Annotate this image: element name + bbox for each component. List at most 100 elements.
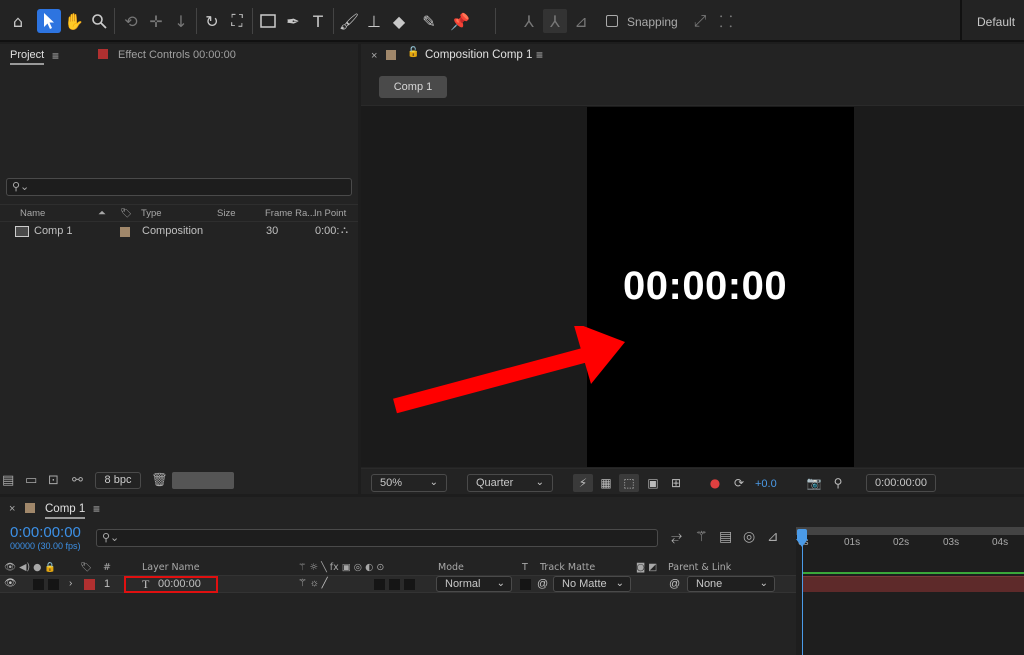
timeline-tab-comp[interactable]: Comp 1 [45,503,86,519]
exposure-value[interactable]: +0.0 [755,478,777,490]
puppet-pin-icon[interactable]: 📌 [448,9,472,33]
new-composition-icon[interactable]: ⊡ [48,473,59,488]
zoom-tool-icon[interactable] [87,9,111,33]
shy-layers-icon[interactable]: ⚚ [695,529,708,545]
tab-project[interactable]: Project [10,49,45,65]
current-time-display[interactable]: 0:00:00:00 [10,524,81,541]
new-folder-icon[interactable]: ▭ [25,473,37,488]
col-name[interactable]: Name [20,208,45,219]
switch-box[interactable] [404,579,415,590]
panel-menu-icon[interactable]: ≡ [536,48,543,62]
layer-label-swatch[interactable] [84,579,95,590]
blend-mode-dropdown[interactable]: Normal ⌄ [436,576,512,592]
layer-switch-icons[interactable]: ⚚ ☼ ╱ [298,578,328,589]
playhead-line[interactable] [802,541,803,655]
pan-camera-icon[interactable]: ✛ [144,9,168,33]
matte-pickwhip-icon[interactable]: @ [537,578,548,590]
selection-tool-icon[interactable] [37,9,61,33]
item-label-swatch[interactable] [120,227,130,237]
zoom-dropdown[interactable]: 50% ⌄ [371,474,447,492]
orbit-camera-icon[interactable]: ⟲ [119,9,143,33]
col-layer-name[interactable]: Layer Name [142,562,200,573]
clone-stamp-icon[interactable]: ⊥ [362,9,386,33]
playhead-arrow[interactable] [796,539,808,547]
work-area-bar[interactable] [796,527,1024,535]
col-frame-rate[interactable]: Frame Ra... [265,208,315,219]
col-size[interactable]: Size [217,208,235,219]
snap-expand-icon[interactable]: ⤢ [688,9,712,33]
mask-visibility-icon[interactable]: ▣ [643,474,663,492]
snap-options-icon[interactable]: ⸬ [714,9,738,33]
close-icon[interactable]: × [9,503,15,515]
label-tag-icon[interactable]: 🏷 [80,562,92,573]
snapshot-camera-icon[interactable]: 📷 [804,474,824,492]
roto-brush-icon[interactable]: ✎ [417,9,441,33]
project-search-input[interactable]: ⚲⌄ [6,178,352,196]
solo-switch[interactable] [33,579,44,590]
delete-icon[interactable]: 🗑 [151,473,168,488]
lock-icon[interactable]: 🔓 [407,47,419,58]
reset-exposure-icon[interactable]: ⟳ [729,474,749,492]
motion-blur-icon[interactable]: ◎ [743,529,755,545]
text-layer-preview[interactable]: 00:00:00 [623,264,787,309]
pen-tool-icon[interactable]: ✒ [281,9,305,33]
show-snapshot-icon[interactable]: ⚲ [828,474,848,492]
channel-rgb-icon[interactable]: ● [705,474,725,492]
thumbnail-slider[interactable] [172,472,234,489]
transparency-grid-icon[interactable]: ▦ [596,474,616,492]
flowchart-icon[interactable]: ⛬ [341,225,348,236]
label-tag-icon[interactable]: 🏷 [120,208,132,219]
layer-duration-bar[interactable] [802,576,1024,592]
composition-viewer[interactable]: 00:00:00 [361,105,1024,467]
col-type[interactable]: Type [141,208,162,219]
grid-guides-icon[interactable]: ⊞ [666,474,686,492]
composition-flowchart-icon[interactable]: ⥂ [671,529,682,545]
close-icon[interactable]: × [371,50,377,62]
view-axis-icon[interactable]: ⊿ [569,9,593,33]
local-axis-icon[interactable]: ⅄ [517,9,541,33]
switch-box[interactable] [389,579,400,590]
parent-dropdown[interactable]: None ⌄ [687,576,775,592]
interpret-footage-icon[interactable]: ▤ [2,473,14,488]
switch-box[interactable] [374,579,385,590]
visibility-eye-icon[interactable]: 👁 [4,578,17,589]
tab-effect-controls[interactable]: Effect Controls 00:00:00 [118,49,236,61]
eraser-tool-icon[interactable]: ◆ [387,9,411,33]
snapping-checkbox[interactable] [606,15,618,27]
brush-tool-icon[interactable]: 🖌 [337,9,361,33]
project-settings-icon[interactable]: ⚯ [72,473,83,488]
fast-previews-icon[interactable]: ⚡ [573,474,593,492]
home-icon[interactable]: ⌂ [6,9,30,33]
layer-row[interactable]: 👁 › 1 T 00:00:00 ⚚ ☼ ╱ Normal ⌄ @ No Mat… [0,575,796,593]
bit-depth-button[interactable]: 8 bpc [95,472,141,489]
track-matte-dropdown[interactable]: No Matte ⌄ [553,576,631,592]
project-item-row[interactable]: Comp 1 Composition 30 0:00: ⛬ [0,223,358,241]
timeline-search-input[interactable]: ⚲⌄ [96,529,658,547]
region-of-interest-icon[interactable]: ⬚ [619,474,639,492]
world-axis-icon[interactable]: ⅄ [543,9,567,33]
panel-menu-icon[interactable]: ≡ [52,49,59,63]
pan-behind-icon[interactable]: ⛶ [225,9,249,33]
workspace-default[interactable]: Default [977,15,1015,29]
parent-pickwhip-icon[interactable]: @ [669,578,680,590]
playhead-handle[interactable] [797,529,807,539]
type-tool-icon[interactable]: T [306,9,330,33]
viewer-timecode[interactable]: 0:00:00:00 [866,474,936,492]
dolly-camera-icon[interactable]: ↓ [169,9,193,33]
sort-arrow-icon[interactable]: ⏶ [98,208,106,219]
lock-switch[interactable] [48,579,59,590]
comp-breadcrumb-button[interactable]: Comp 1 [379,76,447,98]
hand-tool-icon[interactable]: ✋ [62,9,86,33]
rotate-tool-icon[interactable]: ↻ [200,9,224,33]
layer-name[interactable]: 00:00:00 [158,578,201,590]
frame-blending-icon[interactable]: ▤ [719,529,732,545]
composition-tab-title[interactable]: Composition Comp 1 [425,49,532,61]
rectangle-tool-icon[interactable] [256,9,280,33]
time-ruler[interactable]: 0s 01s 02s 03s 04s [796,527,1024,655]
resolution-dropdown[interactable]: Quarter ⌄ [467,474,553,492]
col-in-point[interactable]: In Point [314,208,346,219]
panel-menu-icon[interactable]: ≡ [93,502,100,516]
graph-editor-icon[interactable]: ⊿ [767,529,779,545]
preserve-transparency-switch[interactable] [520,579,531,590]
expand-chevron-icon[interactable]: › [69,578,72,589]
